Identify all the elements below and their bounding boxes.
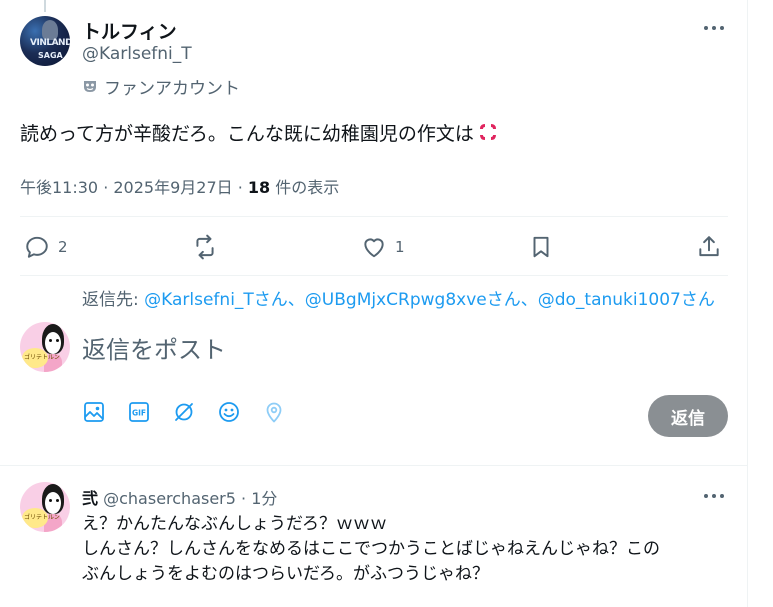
repost-icon <box>196 234 214 260</box>
divider-actions <box>20 275 728 276</box>
avatar-eye <box>49 339 52 342</box>
avatar-face <box>45 332 61 354</box>
svg-text:GIF: GIF <box>132 409 146 418</box>
reply-avatar[interactable]: ゴリテトルン <box>20 482 70 532</box>
more-options-icon[interactable] <box>704 22 726 34</box>
reply-text: え？かんたんなぶんしょうだろ？ｗｗｗ しんさん？しんさんをなめるはここでつかうこ… <box>82 512 722 587</box>
location-icon[interactable] <box>262 400 288 426</box>
reply-submit-button[interactable]: 返信 <box>648 395 728 437</box>
thread-connector-line <box>44 0 46 12</box>
author-name[interactable]: トルフィン <box>82 17 177 44</box>
author-avatar[interactable]: VINLAND SAGA <box>20 16 70 66</box>
reply-to-prefix: 返信先: <box>82 290 145 310</box>
avatar-bubble-text: ゴリテトルン <box>24 354 60 361</box>
column-border <box>747 0 748 607</box>
tweet-text: 読めって方が辛酸だろ。こんな既に幼稚園児の作文は <box>20 120 499 148</box>
fan-account-label: ファンアカウント <box>104 78 240 99</box>
emoji-icon[interactable] <box>217 400 243 426</box>
mask-icon <box>84 81 96 92</box>
reply-header: 弐 @chaserchaser5 · 1分 <box>82 485 277 509</box>
reply-time-separator: · <box>235 489 252 508</box>
share-icon <box>699 236 719 257</box>
media-icon[interactable] <box>82 400 108 426</box>
like-count: 1 <box>395 238 405 256</box>
author-handle[interactable]: @Karlsefni_T <box>82 44 192 64</box>
reply-to-line: 返信先: @Karlsefni_Tさん、@UBgMjxCRpwg8xveさん、@… <box>82 285 715 310</box>
avatar-face <box>45 492 61 514</box>
reply-timestamp[interactable]: 1分 <box>251 489 277 508</box>
reply-author-name[interactable]: 弐 <box>82 489 98 508</box>
divider-top <box>20 216 728 217</box>
composer-avatar[interactable]: ゴリテトルン <box>20 322 70 372</box>
avatar-eye <box>56 499 59 502</box>
bookmark-action[interactable] <box>528 234 554 260</box>
reply-author-handle[interactable]: @chaserchaser5 <box>103 489 236 508</box>
grok-icon[interactable] <box>172 400 198 426</box>
reply-icon <box>26 236 48 258</box>
reply-to-mentions[interactable]: @Karlsefni_Tさん、@UBgMjxCRpwg8xveさん、@do_ta… <box>144 290 715 310</box>
views-count: 18 <box>247 178 271 197</box>
gif-icon[interactable]: GIF <box>127 400 153 426</box>
tweet-detail-column: VINLAND SAGA トルフィン @Karlsefni_T ファンアカウント… <box>0 0 748 607</box>
anger-emoji-icon <box>479 124 496 140</box>
reply-text-line: え？かんたんなぶんしょうだろ？ｗｗｗ <box>82 514 387 534</box>
action-bar: 2 1 <box>20 228 728 266</box>
tweet-timestamp[interactable]: 午後11:30 · 2025年9月27日 · <box>20 178 248 197</box>
reply-more-options-icon[interactable] <box>704 490 726 502</box>
tweet-body: 読めって方が辛酸だろ。こんな既に幼稚園児の作文は <box>20 123 474 145</box>
views-label: 件の表示 <box>270 178 340 197</box>
avatar-logo-text: VINLAND <box>30 38 70 48</box>
reply-action[interactable]: 2 <box>24 234 68 260</box>
reply-composer-input[interactable]: 返信をポスト <box>82 330 226 365</box>
avatar-logo-text-2: SAGA <box>38 51 63 60</box>
share-action[interactable] <box>696 234 722 260</box>
divider-replies <box>0 465 748 466</box>
heart-icon <box>364 238 384 258</box>
avatar-eye <box>56 339 59 342</box>
like-action[interactable]: 1 <box>361 234 405 260</box>
fan-account-badge: ファンアカウント <box>82 75 240 99</box>
avatar-bubble-text: ゴリテトルン <box>24 514 60 521</box>
bookmark-icon <box>533 236 549 258</box>
avatar-figure <box>42 20 58 40</box>
tweet-meta: 午後11:30 · 2025年9月27日 · 18 件の表示 <box>20 174 339 198</box>
avatar-eye <box>49 499 52 502</box>
reply-count: 2 <box>58 238 68 256</box>
reply-text-line: ぶんしょうをよむのはつらいだろ。がふつうじゃね？ <box>82 564 489 584</box>
repost-action[interactable] <box>192 234 218 260</box>
reply-text-line: しんさん？しんさんをなめるはここでつかうことばじゃねえんじゃね？この <box>82 539 660 559</box>
